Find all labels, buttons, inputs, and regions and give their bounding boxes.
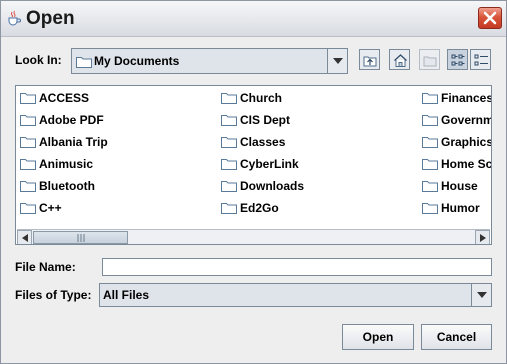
folder-icon (221, 203, 237, 214)
chevron-down-icon (477, 292, 487, 298)
folder-icon (20, 137, 36, 148)
new-folder-icon (423, 56, 437, 67)
details-view-icon (474, 54, 488, 66)
look-in-combo[interactable]: My Documents (71, 48, 348, 74)
look-in-label: Look In: (15, 53, 62, 67)
arrow-right-icon (480, 234, 486, 242)
up-one-level-button[interactable] (359, 49, 380, 70)
close-icon (483, 11, 497, 25)
scroll-right-button[interactable] (475, 230, 490, 244)
look-in-dropdown-button[interactable] (327, 49, 347, 73)
up-folder-icon (363, 56, 377, 67)
list-view-icon (451, 54, 465, 66)
files-of-type-label: Files of Type: (15, 288, 92, 302)
files-of-type-combo[interactable]: All Files (99, 283, 492, 307)
folder-icon (422, 93, 438, 104)
folder-icon (221, 137, 237, 148)
files-of-type-dropdown-button[interactable] (471, 284, 491, 306)
folder-icon (20, 93, 36, 104)
folder-icon (221, 159, 237, 170)
window-title: Open (26, 8, 75, 29)
folder-icon (221, 93, 237, 104)
list-view-button[interactable] (447, 49, 468, 70)
scroll-left-button[interactable] (17, 230, 32, 244)
folder-icon (422, 115, 438, 126)
chevron-down-icon (333, 58, 343, 64)
arrow-left-icon (22, 234, 28, 242)
folder-icon (20, 159, 36, 170)
file-list[interactable]: ACCESS Adobe PDF Albania Trip Animusic B… (15, 85, 492, 245)
folder-icon (422, 203, 438, 214)
horizontal-scrollbar[interactable] (17, 229, 490, 244)
file-name-input[interactable] (102, 258, 492, 276)
details-view-button[interactable] (470, 49, 491, 70)
close-button[interactable] (478, 7, 502, 29)
look-in-value: My Documents (94, 54, 180, 68)
java-cup-icon (6, 10, 22, 26)
folder-icon (76, 55, 92, 71)
title-bar: Open (1, 1, 506, 37)
cancel-button[interactable]: Cancel (421, 324, 492, 350)
folder-icon (422, 159, 438, 170)
folder-icon (20, 203, 36, 214)
open-dialog: Open Look In: My Documents ACCESS Adobe … (0, 0, 507, 364)
open-button[interactable]: Open (342, 324, 414, 350)
folder-icon (20, 115, 36, 126)
folder-icon (221, 181, 237, 192)
scrollbar-thumb[interactable] (33, 231, 128, 244)
home-button[interactable] (389, 49, 410, 70)
folder-icon (20, 181, 36, 192)
folder-icon (422, 137, 438, 148)
home-icon (394, 54, 407, 67)
file-name-label: File Name: (15, 260, 76, 274)
folder-icon (221, 115, 237, 126)
grip-icon (77, 234, 85, 242)
folder-icon (422, 181, 438, 192)
files-of-type-value: All Files (103, 288, 150, 302)
new-folder-button[interactable] (419, 49, 440, 70)
